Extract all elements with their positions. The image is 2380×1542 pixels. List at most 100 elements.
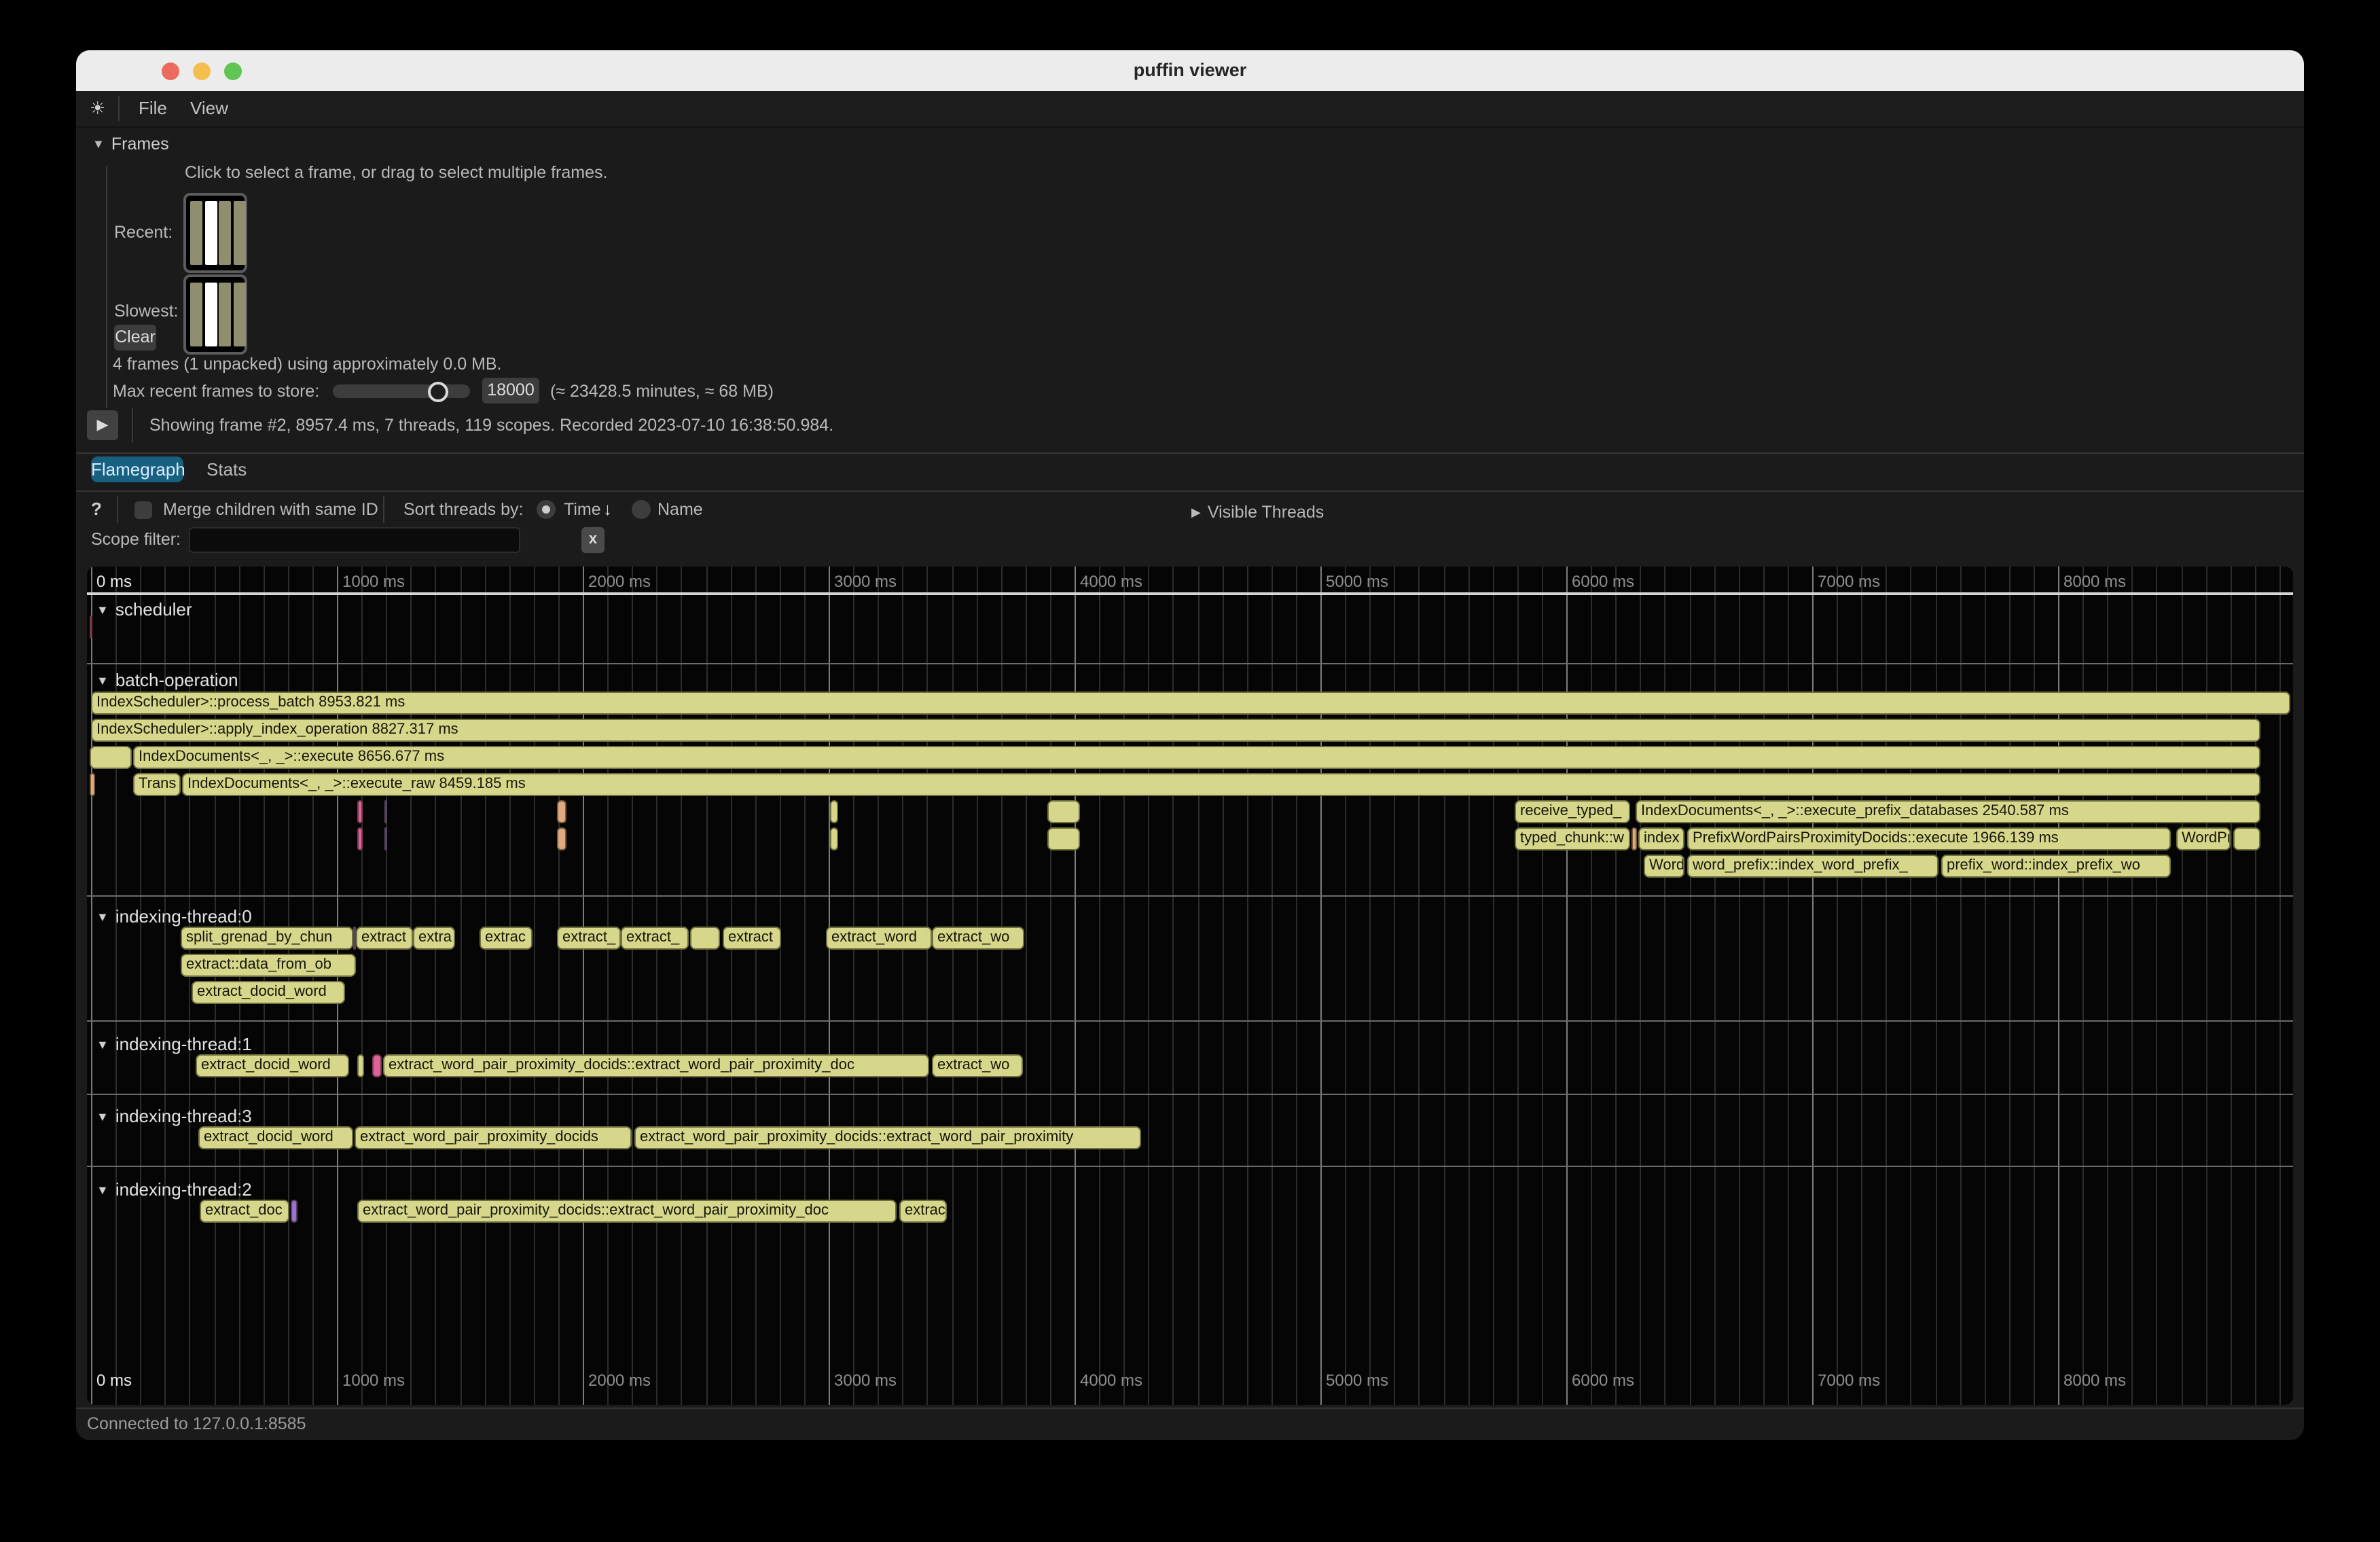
frames-summary: 4 frames (1 unpacked) using approximatel… <box>113 355 502 374</box>
scope-bar[interactable]: IndexDocuments<_, _>::execute_prefix_dat… <box>1636 800 2260 823</box>
scope-bar[interactable] <box>384 800 387 823</box>
window-title: puffin viewer <box>76 50 2304 91</box>
scope-filter-label: Scope filter: <box>91 530 181 549</box>
sort-time-radio[interactable] <box>537 500 556 519</box>
scope-bar[interactable]: extrac <box>480 927 533 950</box>
thread-section-header[interactable]: ▼indexing-thread:3 <box>96 1106 252 1128</box>
scope-bar[interactable]: extract::data_from_ob <box>181 954 356 977</box>
scope-bar[interactable]: extrac <box>899 1200 947 1223</box>
merge-children-checkbox[interactable] <box>134 501 152 519</box>
scope-bar[interactable]: prefix_word::index_prefix_wo <box>1941 855 2171 878</box>
frames-section-header[interactable]: ▼Frames <box>92 135 169 154</box>
scope-bar[interactable] <box>357 1054 364 1077</box>
slowest-frames-thumbnail[interactable] <box>183 274 247 355</box>
frame-bar[interactable] <box>204 283 217 346</box>
scope-bar[interactable]: PrefixWordPairsProximityDocids::execute … <box>1687 827 2171 850</box>
recent-frames-thumbnail[interactable] <box>183 193 247 273</box>
scope-bar[interactable]: extract_word_pair_proximity_docids::extr… <box>634 1126 1141 1149</box>
tick-label: 2000 ms <box>588 572 651 591</box>
recent-label: Recent: <box>114 223 173 242</box>
scope-bar[interactable] <box>830 800 838 823</box>
scope-bar[interactable]: extract <box>356 927 413 950</box>
frame-bar[interactable] <box>233 283 245 346</box>
scope-bar[interactable]: Trans <box>133 773 181 796</box>
tick-label: 3000 ms <box>834 1371 897 1390</box>
scope-bar[interactable] <box>357 827 363 850</box>
scope-bar[interactable] <box>557 827 566 850</box>
scope-bar[interactable] <box>1631 827 1637 850</box>
connection-status: Connected to 127.0.0.1:8585 <box>87 1409 306 1440</box>
frame-bar[interactable] <box>190 201 202 265</box>
scope-bar[interactable]: Word <box>1644 855 1684 878</box>
scope-bar[interactable] <box>1047 800 1080 823</box>
tick-label: 1000 ms <box>342 572 405 591</box>
scope-bar[interactable] <box>557 800 566 823</box>
scope-bar[interactable] <box>1047 827 1080 850</box>
sort-threads-label: Sort threads by: <box>403 500 524 519</box>
scope-bar[interactable] <box>90 746 132 769</box>
scope-bar[interactable]: extract_word <box>826 927 932 950</box>
scope-bar[interactable]: extract_docid_word <box>196 1054 349 1077</box>
scope-bar[interactable] <box>90 615 92 639</box>
scope-bar[interactable] <box>384 827 387 850</box>
help-button[interactable]: ? <box>91 499 102 519</box>
thread-section-header[interactable]: ▼indexing-thread:1 <box>96 1034 252 1056</box>
visible-threads-header[interactable]: ▶Visible Threads <box>1191 500 1324 524</box>
scope-bar[interactable] <box>830 827 838 850</box>
play-button[interactable]: ▶ <box>87 410 118 440</box>
scope-bar[interactable] <box>357 800 363 823</box>
scope-bar[interactable]: IndexScheduler>::apply_index_operation 8… <box>91 719 2260 742</box>
theme-toggle-icon[interactable]: ☀ <box>90 91 105 126</box>
frame-bar[interactable] <box>219 283 231 346</box>
frame-bar[interactable] <box>233 201 245 265</box>
scope-bar[interactable]: receive_typed_ <box>1515 800 1630 823</box>
tab-stats[interactable]: Stats <box>206 459 247 480</box>
sort-name-radio[interactable] <box>632 500 651 519</box>
scope-bar[interactable]: extract_word_pair_proximity_docids <box>355 1126 632 1149</box>
max-frames-slider[interactable] <box>333 384 470 398</box>
flamegraph-canvas[interactable]: 0 ms0 ms1000 ms1000 ms2000 ms2000 ms3000… <box>87 567 2293 1405</box>
scope-filter-input[interactable] <box>189 527 520 553</box>
thread-name: indexing-thread:1 <box>115 1034 252 1054</box>
scope-bar[interactable]: extract_doc <box>200 1200 289 1223</box>
scope-bar[interactable]: WordPr <box>2176 827 2231 850</box>
scope-bar[interactable] <box>372 1054 382 1077</box>
scope-bar[interactable]: extract <box>723 927 781 950</box>
tab-flamegraph[interactable]: Flamegraph <box>91 456 183 482</box>
scope-bar[interactable]: extract_docid_word <box>198 1126 353 1149</box>
frame-bar[interactable] <box>204 201 217 265</box>
scope-bar[interactable]: extract_docid_word <box>192 981 345 1004</box>
scope-bar[interactable] <box>291 1200 298 1223</box>
scope-bar[interactable]: extract_ <box>621 927 689 950</box>
scope-bar[interactable] <box>2233 827 2260 850</box>
frame-bar[interactable] <box>219 201 231 265</box>
frame-bar[interactable] <box>190 283 202 346</box>
thread-name: indexing-thread:0 <box>115 906 252 927</box>
thread-section-header[interactable]: ▼indexing-thread:2 <box>96 1179 252 1201</box>
thread-section-header[interactable]: ▼scheduler <box>96 599 192 621</box>
scope-bar[interactable]: extract_wo <box>932 927 1024 950</box>
thread-section-header[interactable]: ▼indexing-thread:0 <box>96 906 252 928</box>
scope-bar[interactable]: typed_chunk::w <box>1515 827 1630 850</box>
scope-bar[interactable]: extract_wo <box>932 1054 1023 1077</box>
menu-file[interactable]: File <box>139 91 167 126</box>
scope-bar[interactable] <box>690 927 720 950</box>
scope-bar[interactable] <box>90 773 95 796</box>
slider-knob[interactable] <box>428 381 448 401</box>
clear-button[interactable]: Clear <box>114 325 156 351</box>
clear-filter-button[interactable]: x <box>581 527 605 553</box>
scope-bar[interactable]: word_prefix::index_word_prefix_ <box>1687 855 1939 878</box>
scope-bar[interactable]: extract_word_pair_proximity_docids::extr… <box>383 1054 929 1077</box>
scope-bar[interactable]: IndexDocuments<_, _>::execute_raw 8459.1… <box>182 773 2260 796</box>
scope-bar[interactable]: index <box>1638 827 1684 850</box>
scope-bar[interactable]: extra <box>413 927 455 950</box>
scope-bar[interactable]: IndexScheduler>::process_batch 8953.821 … <box>91 692 2290 715</box>
scope-bar[interactable]: extract_word_pair_proximity_docids::extr… <box>357 1200 897 1223</box>
scope-bar[interactable]: IndexDocuments<_, _>::execute 8656.677 m… <box>133 746 2260 769</box>
thread-section-header[interactable]: ▼batch-operation <box>96 670 238 692</box>
max-frames-value[interactable]: 18000 <box>482 378 539 404</box>
menu-view[interactable]: View <box>190 91 228 126</box>
scope-bar[interactable]: split_grenad_by_chun <box>181 927 353 950</box>
scope-bar[interactable]: extract_ <box>557 927 621 950</box>
section-divider <box>87 1166 2293 1167</box>
